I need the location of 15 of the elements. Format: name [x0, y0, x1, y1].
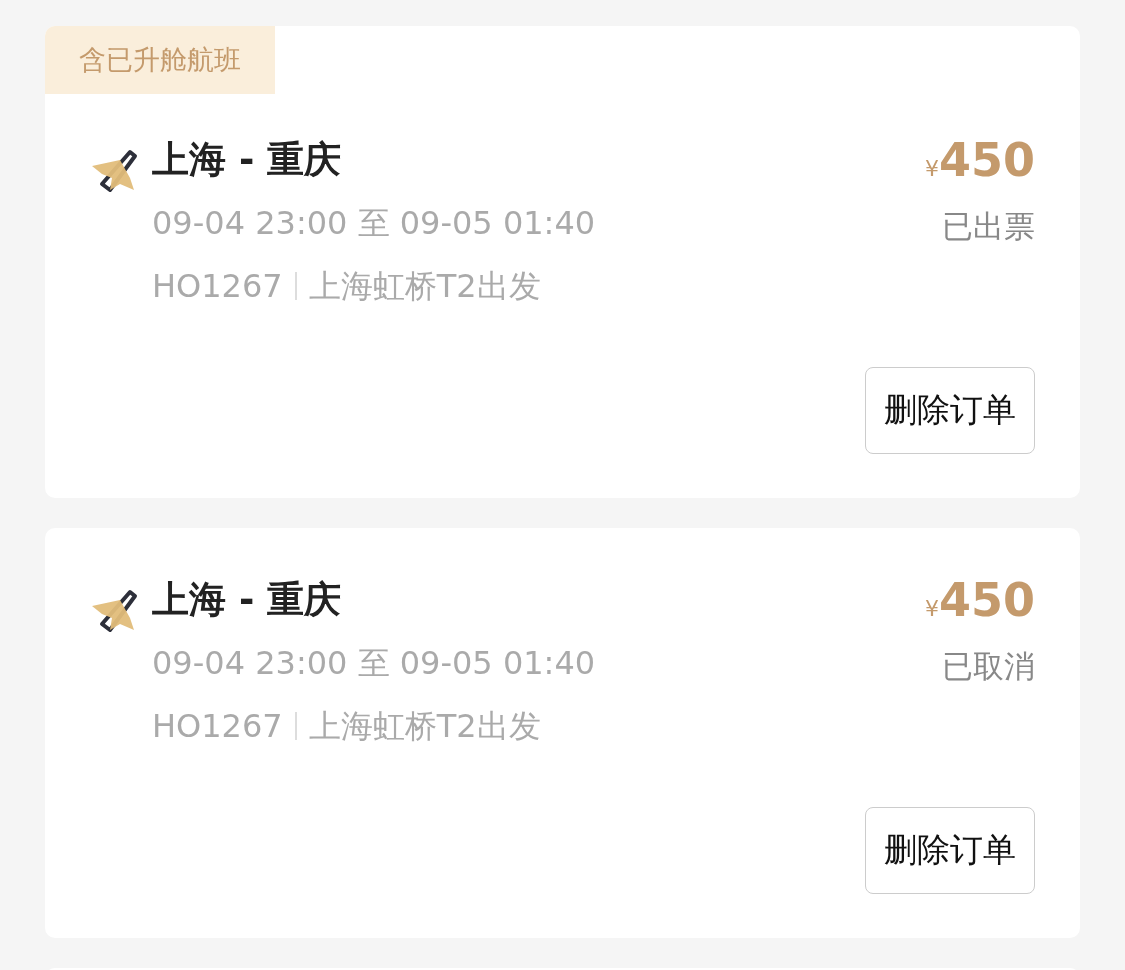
- flight-time: 09-04 23:00 至 09-05 01:40: [152, 643, 597, 684]
- price: ¥450: [924, 132, 1035, 189]
- route-title: 上海 - 重庆: [152, 577, 343, 623]
- flight-time: 09-04 23:00 至 09-05 01:40: [152, 203, 597, 244]
- price: ¥450: [924, 572, 1035, 629]
- flight-number: HO1267: [152, 706, 283, 747]
- delete-order-button[interactable]: 删除订单: [865, 367, 1035, 454]
- upgrade-tag: 含已升舱航班: [45, 26, 275, 94]
- delete-order-button[interactable]: 删除订单: [865, 807, 1035, 894]
- departure-terminal: 上海虹桥T2出发: [308, 706, 541, 747]
- flight-number: HO1267: [152, 266, 283, 307]
- route-title: 上海 - 重庆: [152, 137, 343, 183]
- departure-terminal: 上海虹桥T2出发: [308, 266, 541, 307]
- order-status: 已取消: [942, 647, 1035, 686]
- order-status: 已出票: [942, 207, 1035, 246]
